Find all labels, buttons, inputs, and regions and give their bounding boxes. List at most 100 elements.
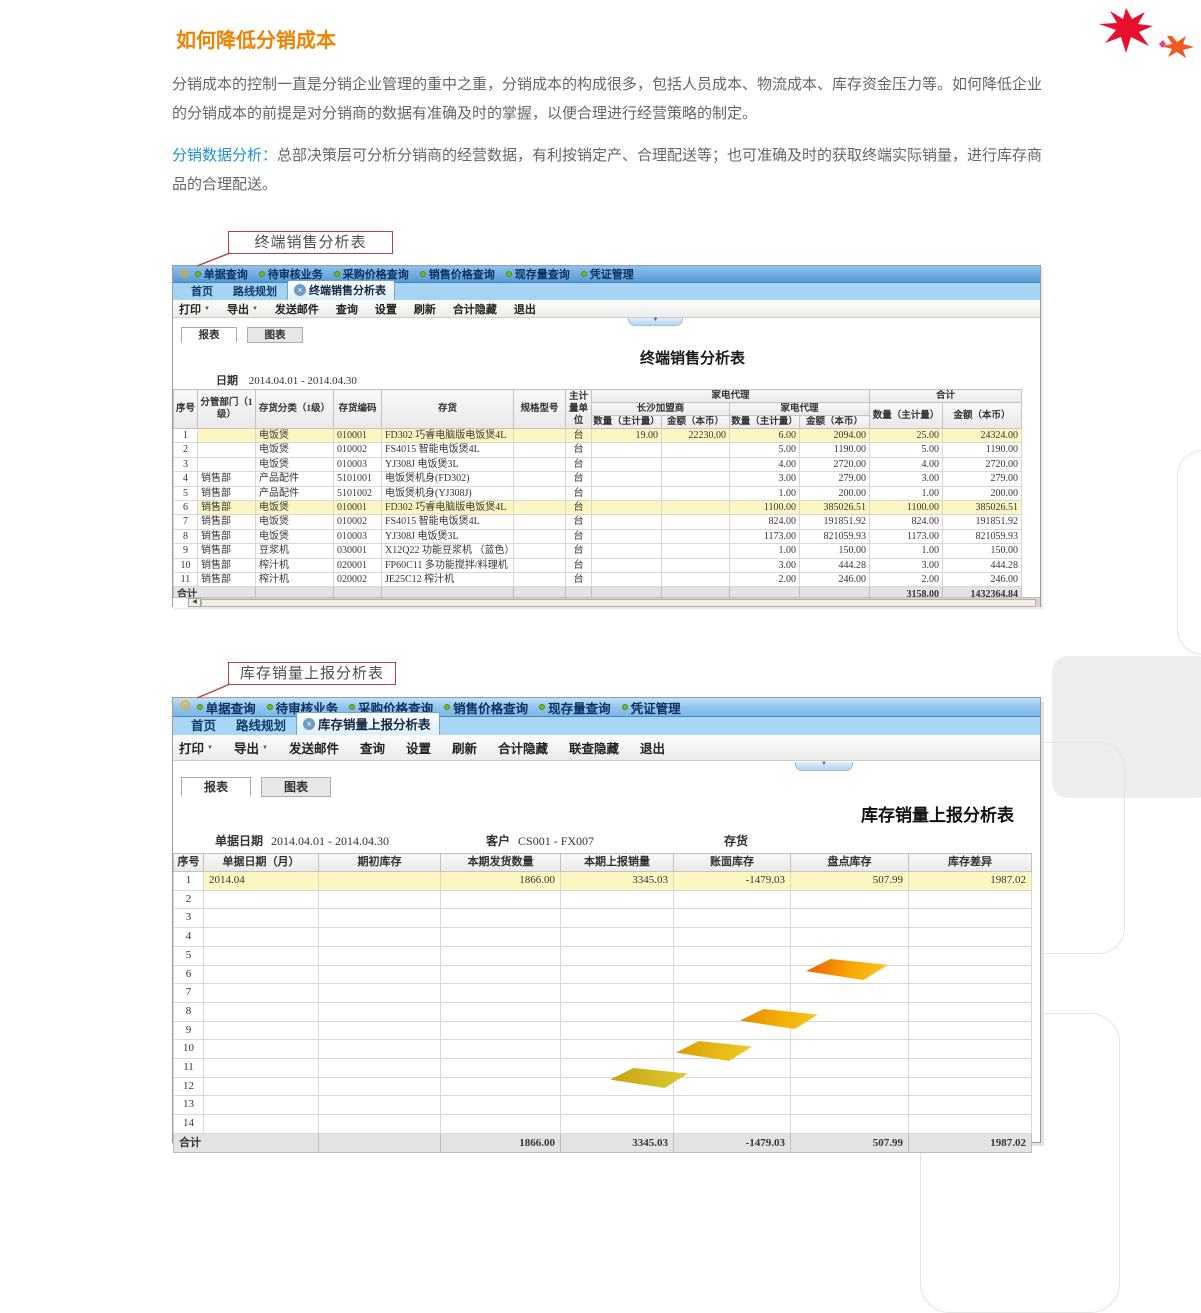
menu-bullet-icon — [267, 704, 273, 710]
table-row[interactable]: 13 — [174, 1096, 1032, 1115]
table-row[interactable]: 10 — [174, 1040, 1032, 1059]
table-row[interactable]: 9 — [174, 1021, 1032, 1040]
table-row[interactable]: 3 — [174, 909, 1032, 928]
cell-code: 5101002 — [334, 486, 382, 500]
terminal-sales-table: 序号分管部门（1级）存货分类（1级）存货编码存货规格型号主计量单位家电代理合计长… — [173, 389, 1022, 604]
menubar-item-6[interactable]: 凭证管理 — [581, 266, 634, 282]
cell-begin-stock — [319, 1096, 441, 1115]
table-row[interactable]: 2电饭煲010002FS4015 智能电饭煲4L台5.001190.005.00… — [174, 443, 1022, 457]
toolbar-button-settings[interactable]: 设置 — [375, 301, 397, 317]
table-row[interactable]: 5销售部产品配件5101002电饭煲机身(YJ308J)台1.00200.001… — [174, 486, 1022, 500]
menubar-item-4[interactable]: 销售价格查询 — [444, 698, 528, 717]
table-row[interactable]: 8 — [174, 1002, 1032, 1021]
tab-home[interactable]: 首页 — [181, 714, 226, 735]
cell-stock-diff — [909, 1002, 1032, 1021]
menu-bullet-icon — [444, 704, 450, 710]
view-tab-chart[interactable]: 图表 — [247, 327, 303, 343]
header-counted-stock: 盘点库存 — [791, 854, 909, 872]
table-row[interactable]: 9销售部豆浆机030001X12Q22 功能豆浆机 （蓝色）台1.00150.0… — [174, 544, 1022, 558]
cell-shipped-qty: 1866.00 — [441, 872, 561, 891]
toolbar-button-export[interactable]: 导出▼ — [227, 301, 258, 317]
toolbar-button-label: 合计隐藏 — [453, 301, 497, 317]
app-tabbar: × 库存销量上报分析表 首页路线规划 — [173, 717, 1040, 735]
table-row[interactable]: 2 — [174, 890, 1032, 909]
total-shipped-qty: 1866.00 — [441, 1133, 561, 1152]
toolbar-button-print[interactable]: 打印▼ — [179, 301, 210, 317]
cell-sum-qty: 4.00 — [870, 457, 943, 471]
table-row[interactable]: 6销售部电饭煲010001FD302 巧睿电脑版电饭煲4L台1100.00385… — [174, 501, 1022, 515]
cell-ag-amt: 150.00 — [800, 544, 870, 558]
gear-icon[interactable]: ⚙ — [179, 700, 192, 714]
toolbar-button-settings[interactable]: 设置 — [406, 738, 431, 757]
table-row[interactable]: 1电饭煲010001FD302 巧睿电脑版电饭煲4L台19.0022230.00… — [174, 429, 1022, 443]
table-row[interactable]: 14 — [174, 1115, 1032, 1134]
scrollbar-thumb[interactable] — [201, 599, 1036, 607]
tab-route-planning[interactable]: 路线规划 — [223, 282, 287, 300]
menubar-item-5[interactable]: 现存量查询 — [539, 698, 611, 717]
view-tab-report[interactable]: 报表 — [181, 327, 237, 343]
tab-route-planning[interactable]: 路线规划 — [226, 714, 296, 735]
caret-down-icon: ▼ — [207, 745, 213, 751]
menubar-item-5[interactable]: 现存量查询 — [506, 266, 570, 282]
toolbar-button-query[interactable]: 查询 — [336, 301, 358, 317]
view-tab-report[interactable]: 报表 — [181, 777, 251, 797]
toolbar-button-refresh[interactable]: 刷新 — [452, 738, 477, 757]
close-tab-icon[interactable]: × — [303, 718, 315, 730]
collapse-panel-handle[interactable]: ▼ — [628, 318, 683, 326]
cell-seq: 10 — [174, 1040, 204, 1059]
toolbar-button-total-hide[interactable]: 合计隐藏 — [498, 738, 548, 757]
cell-book-stock — [674, 965, 791, 984]
cell-code: 010002 — [334, 443, 382, 457]
tab-inventory-report-active[interactable]: × 库存销量上报分析表 — [296, 712, 440, 735]
horizontal-scrollbar[interactable]: ◀ — [173, 597, 1040, 607]
table-header: 序号单据日期（月）期初库存本期发货数量本期上报销量账面库存盘点库存库存差异 — [174, 854, 1032, 872]
filter-inventory: 存货 — [724, 832, 756, 849]
cell-seq: 5 — [174, 946, 204, 965]
cell-begin-stock — [319, 1021, 441, 1040]
table-row[interactable]: 8销售部电饭煲010003YJ308J 电饭煲3L台1173.00821059.… — [174, 529, 1022, 543]
toolbar-button-exit[interactable]: 退出 — [640, 738, 665, 757]
toolbar-button-total-hide[interactable]: 合计隐藏 — [453, 301, 497, 317]
total-counted-stock: 507.99 — [791, 1133, 909, 1152]
table-row[interactable]: 5 — [174, 946, 1032, 965]
table-row[interactable]: 11 — [174, 1059, 1032, 1078]
table-row[interactable]: 10销售部榨汁机020001FP60C11 多功能搅拌/料理机台3.00444.… — [174, 558, 1022, 572]
filter-value: 2014.04.01 - 2014.04.30 — [271, 834, 389, 848]
toolbar-button-send-mail[interactable]: 发送邮件 — [275, 301, 319, 317]
toolbar-button-query[interactable]: 查询 — [360, 738, 385, 757]
tab-home[interactable]: 首页 — [181, 282, 223, 300]
cell-cs-amt — [662, 544, 730, 558]
cell-seq: 3 — [174, 909, 204, 928]
table-row[interactable]: 4销售部产品配件5101001电饭煲机身(FD302)台3.00279.003.… — [174, 472, 1022, 486]
close-tab-icon[interactable]: × — [294, 284, 306, 296]
cell-reported-qty — [561, 890, 674, 909]
scroll-left-icon[interactable]: ◀ — [188, 598, 201, 607]
toolbar-button-send-mail[interactable]: 发送邮件 — [289, 738, 339, 757]
report-content: ▼ 报表图表 终端销售分析表 日期 2014.04.01 - 2014.04.3… — [173, 318, 1040, 607]
table-row[interactable]: 4 — [174, 928, 1032, 947]
cell-seq: 5 — [174, 486, 198, 500]
table-row[interactable]: 7 — [174, 984, 1032, 1003]
collapse-panel-handle[interactable]: ▼ — [795, 762, 853, 771]
toolbar-button-link-hide[interactable]: 联查隐藏 — [569, 738, 619, 757]
table-row[interactable]: 6 — [174, 965, 1032, 984]
cell-ag-amt: 2094.00 — [800, 429, 870, 443]
table-row[interactable]: 12014.041866.003345.03-1479.03507.991987… — [174, 872, 1032, 891]
toolbar-button-exit[interactable]: 退出 — [514, 301, 536, 317]
table-row[interactable]: 7销售部电饭煲010002FS4015 智能电饭煲4L台824.00191851… — [174, 515, 1022, 529]
menu-bullet-icon — [420, 271, 426, 277]
table-row[interactable]: 11销售部榨汁机020002JE25C12 榨汁机台2.00246.002.00… — [174, 573, 1022, 587]
cell-stock-diff — [909, 1115, 1032, 1134]
table-row[interactable]: 3电饭煲010003YJ308J 电饭煲3L台4.002720.004.0027… — [174, 457, 1022, 471]
gear-icon[interactable]: ⚙ — [179, 268, 190, 280]
toolbar-button-print[interactable]: 打印▼ — [179, 738, 213, 757]
view-tab-chart[interactable]: 图表 — [261, 777, 331, 797]
tab-terminal-sales-active[interactable]: × 终端销售分析表 — [287, 280, 395, 300]
toolbar-button-refresh[interactable]: 刷新 — [414, 301, 436, 317]
menubar-item-4[interactable]: 销售价格查询 — [420, 266, 495, 282]
toolbar-button-export[interactable]: 导出▼ — [234, 738, 268, 757]
menubar-item-6[interactable]: 凭证管理 — [622, 698, 681, 717]
table-row[interactable]: 12 — [174, 1077, 1032, 1096]
cell-seq: 11 — [174, 573, 198, 587]
menubar-item-1[interactable]: 单据查询 — [195, 266, 248, 282]
